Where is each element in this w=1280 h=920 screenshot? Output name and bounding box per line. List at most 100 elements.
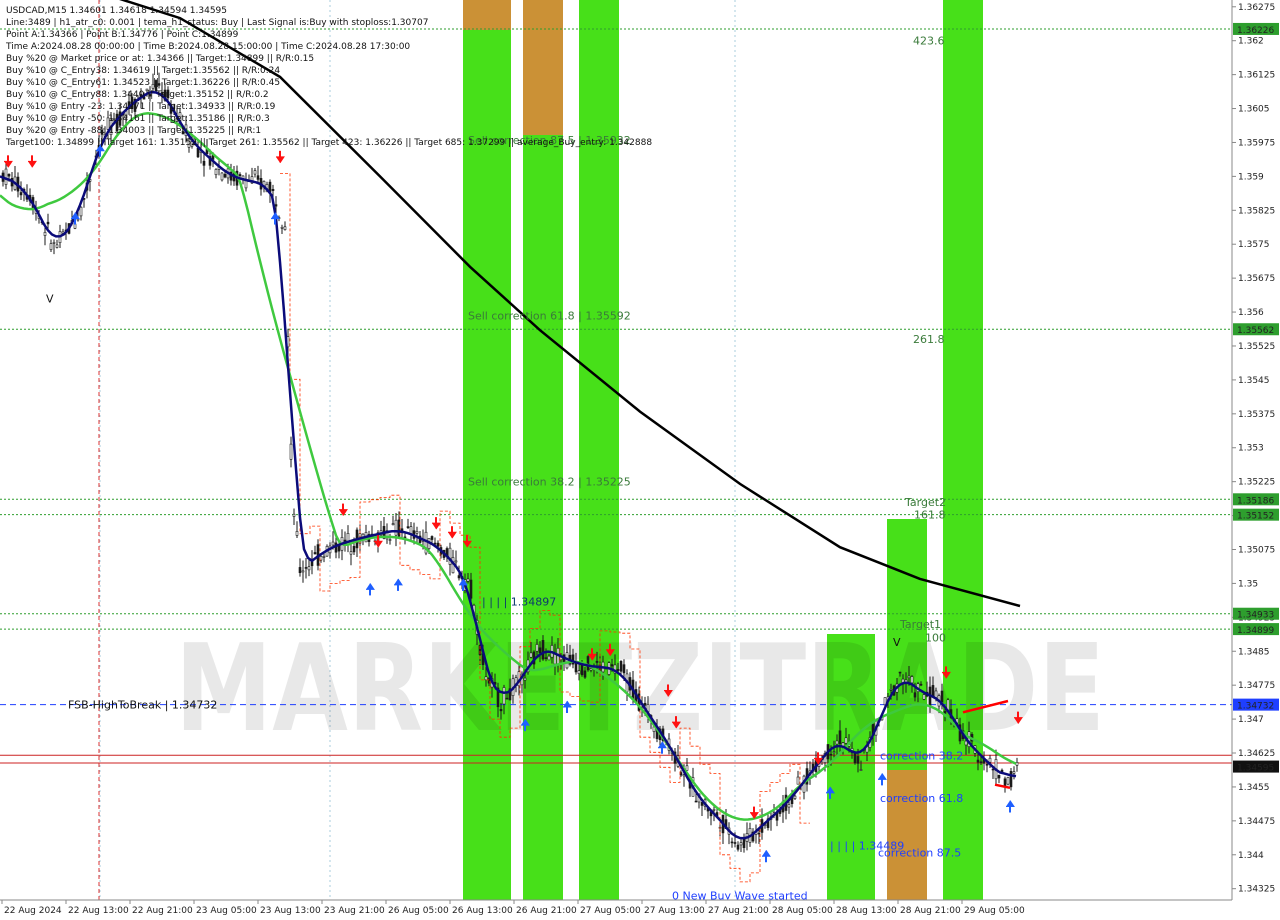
annotation-label: Target1 — [899, 618, 941, 631]
candle-body — [271, 189, 275, 191]
candle-body — [484, 676, 488, 681]
annotation-label: | | | | 1.34897 — [482, 596, 556, 609]
candle-body — [499, 709, 503, 712]
candle-body — [7, 173, 11, 177]
candle-body — [922, 694, 926, 700]
info-line: Buy %10 @ C_Entry61: 1.34523 || Target:1… — [6, 78, 280, 88]
candle-body — [349, 551, 353, 555]
time-tick-label: 28 Aug 05:00 — [772, 906, 833, 916]
annotation-label: correction 38.2 — [880, 749, 963, 762]
price-tick-label: 1.3545 — [1238, 376, 1270, 386]
candle-body — [46, 221, 50, 225]
candle-body — [505, 697, 509, 700]
candle-body — [913, 692, 917, 698]
candle-body — [616, 669, 620, 671]
candle-body — [322, 556, 326, 558]
candle-body — [454, 560, 458, 563]
candle-body — [289, 443, 293, 460]
candle-body — [406, 526, 410, 528]
annotation-label: Sell correction 38.2 | 1.35225 — [468, 476, 631, 489]
candle-body — [619, 661, 623, 672]
candle-body — [1006, 777, 1010, 785]
time-tick-label: 22 Aug 2024 — [4, 906, 62, 916]
candle-body — [793, 795, 797, 799]
candle-body — [529, 652, 533, 658]
info-line: Buy %10 @ Entry -50: 1.34161 || Target:1… — [6, 114, 270, 124]
candle-body — [985, 763, 989, 766]
candle-body — [274, 204, 278, 207]
candle-body — [253, 170, 257, 175]
candle-body — [79, 206, 83, 217]
time-tick-label: 26 Aug 13:00 — [452, 906, 513, 916]
candle-body — [430, 536, 434, 540]
candle-body — [940, 690, 944, 703]
price-axis: 1.36275 1.362 1.36125 1.3605 1.35975 1.359 1.3… — [1231, 0, 1280, 920]
candle-body — [214, 169, 218, 175]
candle-body — [547, 655, 551, 661]
candle-body — [835, 740, 839, 745]
candle-body — [469, 579, 473, 599]
price-tick-label: 1.356 — [1238, 308, 1264, 318]
candle-body — [796, 776, 800, 785]
price-tick-label: 1.35975 — [1238, 138, 1275, 148]
candle-body — [394, 519, 398, 536]
candle-body — [292, 513, 296, 517]
candle-body — [1012, 771, 1016, 774]
candle-body — [307, 566, 311, 571]
price-tick-label: 1.35 — [1238, 579, 1258, 589]
candle-body — [244, 180, 248, 189]
candle-body — [523, 677, 527, 681]
price-tick-label: 1.3455 — [1238, 783, 1270, 793]
info-line: Buy %10 @ C_Entry88: 1.3440 || Target:1.… — [6, 90, 269, 100]
candle-body — [196, 147, 200, 158]
candle-body — [976, 759, 980, 763]
info-line: Line:3489 | h1_atr_c0: 0.001 | tema_h1_s… — [6, 18, 428, 28]
candle-body — [301, 570, 305, 573]
candle-body — [280, 226, 284, 229]
price-tick-label: 1.35075 — [1238, 545, 1275, 555]
candle-body — [907, 675, 911, 678]
annotation-label: Target2 — [904, 496, 946, 509]
candle-body — [610, 664, 614, 667]
annotation-label: V — [893, 636, 901, 649]
price-tick-label: 1.362 — [1238, 37, 1264, 47]
price-tag-label: 1.34595 — [1237, 764, 1274, 774]
candle-body — [43, 232, 47, 236]
candle-body — [736, 844, 740, 850]
price-tick-label: 1.359 — [1238, 172, 1264, 182]
price-tick-label: 1.347 — [1238, 715, 1264, 725]
candle-body — [541, 640, 545, 660]
price-tick-label: 1.34325 — [1238, 885, 1275, 895]
candle-body — [73, 223, 77, 229]
info-line: USDCAD,M15 1.34601 1.34618 1.34594 1.345… — [6, 6, 227, 16]
price-tick-label: 1.34625 — [1238, 749, 1275, 759]
time-tick-label: 26 Aug 21:00 — [516, 906, 577, 916]
time-tick-label: 23 Aug 13:00 — [260, 906, 321, 916]
annotation-label: FSB-HighToBreak | 1.34732 — [68, 699, 217, 712]
price-tick-label: 1.35225 — [1238, 478, 1275, 488]
price-tick-label: 1.3575 — [1238, 240, 1270, 250]
candle-body — [898, 671, 902, 674]
candle-body — [52, 242, 56, 244]
time-tick-label: 26 Aug 05:00 — [388, 906, 449, 916]
price-tick-label: 1.3485 — [1238, 647, 1270, 657]
price-tag-label: 1.34899 — [1237, 626, 1274, 636]
time-tick-label: 22 Aug 21:00 — [132, 906, 193, 916]
candle-body — [934, 690, 938, 698]
candle-body — [415, 531, 419, 534]
candle-body — [574, 662, 578, 673]
annotation-label: 423.6 — [913, 35, 945, 48]
candle-body — [535, 644, 539, 652]
candle-body — [919, 683, 923, 686]
candle-body — [220, 172, 224, 181]
candle-body — [583, 670, 587, 678]
price-tag-label: 1.34933 — [1237, 611, 1274, 621]
candle-body — [436, 542, 440, 547]
candle-body — [49, 243, 53, 250]
annotation-label: 161.8 — [914, 509, 946, 522]
candle-body — [256, 175, 260, 180]
info-line: Buy %10 @ Entry -23: 1.34271 || Target:1… — [6, 102, 276, 112]
candle-body — [832, 751, 836, 753]
info-line: Buy %20 @ Market price or at: 1.34366 ||… — [6, 54, 314, 64]
candle-body — [943, 710, 947, 714]
